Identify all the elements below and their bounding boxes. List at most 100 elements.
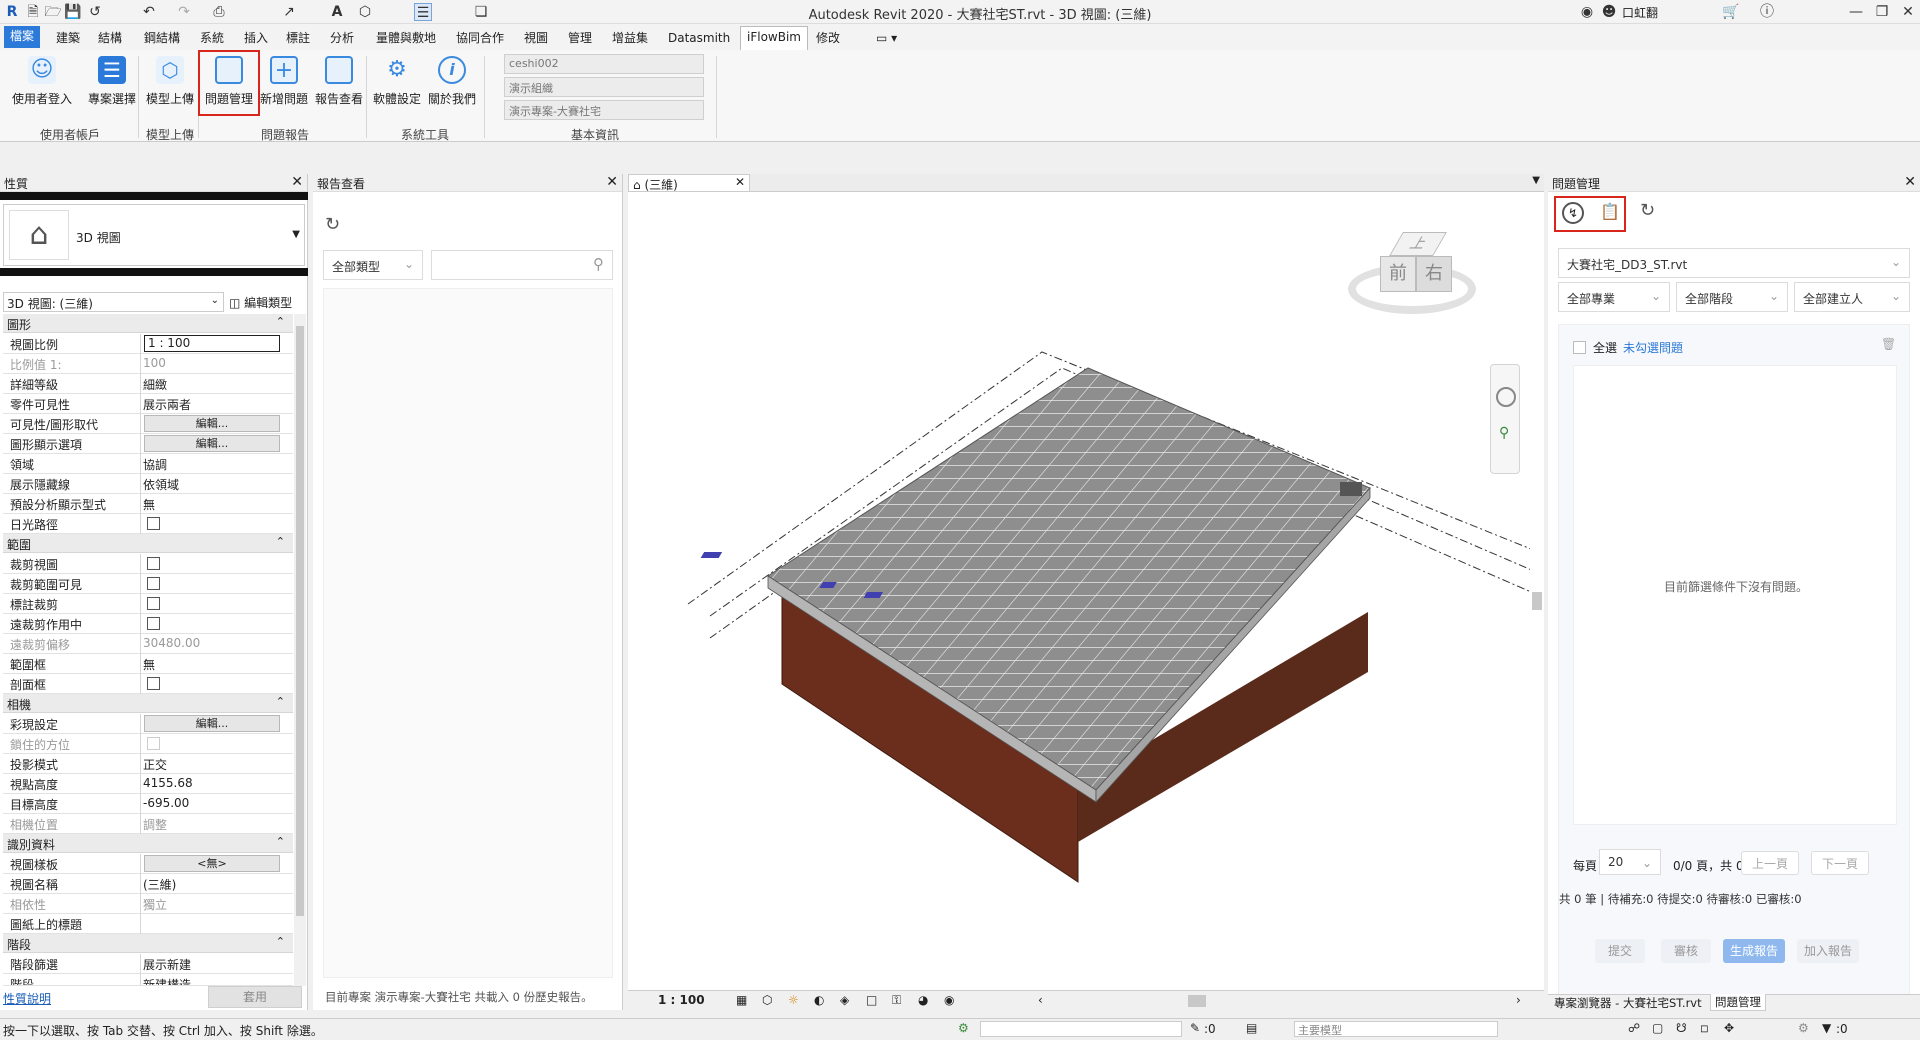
section-graphics[interactable]: 圖形 ⌃ xyxy=(3,314,293,333)
prop-row[interactable]: 目標高度 -695.00 xyxy=(3,794,293,814)
visual-style-icon[interactable]: ⬡ xyxy=(762,993,772,1007)
tab-structure[interactable]: 結構 xyxy=(92,28,128,48)
search-binoculars-icon[interactable]: ◉ xyxy=(1578,3,1596,21)
sync-icon[interactable]: ↺ xyxy=(86,3,104,21)
per-page-dropdown[interactable]: 20 ⌄ xyxy=(1599,849,1661,875)
scroll-thumb[interactable] xyxy=(1532,592,1542,610)
sun-path-checkbox[interactable] xyxy=(147,517,160,530)
prop-row[interactable]: 領域 協調 xyxy=(3,454,293,474)
tab-manage[interactable]: 管理 xyxy=(562,28,598,48)
crop-visible-checkbox[interactable] xyxy=(147,577,160,590)
trash-icon[interactable]: 🗑 xyxy=(1881,337,1896,351)
model-upload-button[interactable]: ⬡ 模型上傳 xyxy=(144,54,196,116)
tab-annotate[interactable]: 標註 xyxy=(280,28,316,48)
3d-view-icon[interactable]: ⬡ xyxy=(356,3,374,21)
prop-row[interactable]: 視圖名稱 (三維) xyxy=(3,874,293,894)
reveal-icon[interactable]: ◉ xyxy=(944,993,954,1007)
tab-analyze[interactable]: 分析 xyxy=(324,28,360,48)
review-button[interactable]: 審核 xyxy=(1661,939,1711,963)
properties-help-link[interactable]: 性質說明 xyxy=(3,990,51,1007)
revit-logo-icon[interactable]: R xyxy=(3,3,21,21)
ribbon-options-icon[interactable]: ▭ ▾ xyxy=(870,28,903,48)
far-clip-checkbox[interactable] xyxy=(147,617,160,630)
undo-icon[interactable]: ↶ xyxy=(140,3,158,21)
submit-button[interactable]: 提交 xyxy=(1595,939,1645,963)
prop-row[interactable]: 圖紙上的標題 xyxy=(3,914,293,934)
project-select-button[interactable]: ☰ 專案選擇 xyxy=(86,54,138,116)
select-links-icon[interactable]: ☍ xyxy=(1628,1021,1640,1035)
tab-steel[interactable]: 鋼結構 xyxy=(138,28,186,48)
hscroll-thumb[interactable] xyxy=(1188,995,1206,1007)
render-icon[interactable]: ◈ xyxy=(840,993,849,1007)
close-icon[interactable]: ✕ xyxy=(735,175,745,189)
prop-row[interactable]: 投影模式 正交 xyxy=(3,754,293,774)
redo-icon[interactable]: ↷ xyxy=(175,3,193,21)
add-issue-button[interactable]: + 新增問題 xyxy=(258,54,310,116)
thin-lines-icon[interactable]: ☰ xyxy=(414,3,432,21)
viewcube[interactable]: 上 前 右 xyxy=(1348,212,1478,322)
help-icon[interactable]: ⓘ xyxy=(1758,3,1776,21)
discipline-filter[interactable]: 全部專業 ⌄ xyxy=(1558,282,1670,312)
creator-filter[interactable]: 全部建立人 ⌄ xyxy=(1794,282,1910,312)
generate-report-button[interactable]: 生成報告 xyxy=(1723,939,1785,963)
close-icon[interactable]: ✕ xyxy=(1904,174,1916,190)
crop-view-checkbox[interactable] xyxy=(147,557,160,570)
worksharing-icon[interactable]: ⚙ xyxy=(958,1021,969,1035)
section-identity[interactable]: 識別資料 ⌃ xyxy=(3,834,293,853)
lock-icon[interactable]: ⚿ xyxy=(892,993,901,1008)
tab-modify[interactable]: 修改 xyxy=(810,28,846,48)
prop-row[interactable]: 詳細等級 細緻 xyxy=(3,374,293,394)
save-icon[interactable]: 💾 xyxy=(64,3,82,21)
shadows-icon[interactable]: ◐ xyxy=(814,993,824,1007)
login-button[interactable]: ☺ 使用者登入 xyxy=(12,54,72,116)
apply-button[interactable]: 套用 xyxy=(208,986,302,1008)
text-icon[interactable]: A xyxy=(328,3,346,21)
close-icon[interactable]: ✕ xyxy=(1899,3,1917,21)
user-name[interactable]: 口虹翻 xyxy=(1622,4,1658,21)
annotation-crop-checkbox[interactable] xyxy=(147,597,160,610)
render-edit-button[interactable]: 編輯... xyxy=(144,715,280,732)
background-process-icon[interactable]: ⚙ xyxy=(1798,1021,1809,1035)
viewcube-front[interactable]: 前 xyxy=(1380,256,1416,292)
hide-icon[interactable]: ◕ xyxy=(918,993,928,1007)
type-selector[interactable]: ⌂ 3D 視圖 ▼ xyxy=(3,204,305,266)
sun-icon[interactable]: ☼ xyxy=(788,993,799,1007)
prop-row[interactable]: 零件可見性 展示兩者 xyxy=(3,394,293,414)
tab-view[interactable]: 視圖 xyxy=(518,28,554,48)
tab-issue-manage[interactable]: 問題管理 xyxy=(1710,994,1766,1011)
tab-iflowbim[interactable]: iFlowBim xyxy=(740,26,808,50)
maximize-icon[interactable]: ❐ xyxy=(1873,3,1891,21)
navigation-bar[interactable]: ⚲ xyxy=(1490,364,1520,474)
tab-collaborate[interactable]: 協同合作 xyxy=(450,28,510,48)
scale-input[interactable]: 1 : 100 xyxy=(144,335,280,352)
steering-wheel-icon[interactable] xyxy=(1496,387,1516,407)
add-to-report-button[interactable]: 加入報告 xyxy=(1797,939,1859,963)
zoom-icon[interactable]: ⚲ xyxy=(1499,425,1509,441)
model-dropdown[interactable]: 大賽社宅_DD3_ST.rvt ⌄ xyxy=(1558,248,1910,278)
report-type-dropdown[interactable]: 全部類型 ⌄ xyxy=(323,250,423,280)
prop-row[interactable]: 展示隱藏線 依領域 xyxy=(3,474,293,494)
report-view-button[interactable]: 報告查看 xyxy=(313,54,365,116)
phase-filter[interactable]: 全部階段 ⌄ xyxy=(1676,282,1788,312)
prop-row[interactable]: 預設分析顯示型式無 xyxy=(3,494,293,514)
close-icon[interactable]: ✕ xyxy=(606,174,618,190)
design-option-dropdown[interactable]: 主要模型 xyxy=(1294,1021,1498,1037)
switch-windows-icon[interactable]: ❏ xyxy=(472,3,490,21)
measure-icon[interactable]: ↗ xyxy=(280,3,298,21)
edit-type-button[interactable]: ◫ 編輯類型 xyxy=(227,292,305,312)
tab-datasmith[interactable]: Datasmith xyxy=(662,28,736,48)
section-camera[interactable]: 相機 ⌃ xyxy=(3,694,293,713)
viewport-vscroll[interactable] xyxy=(1530,192,1544,990)
viewcube-right[interactable]: 右 xyxy=(1416,256,1452,292)
tab-dropdown-icon[interactable]: ▼ xyxy=(1532,175,1540,186)
prev-page-button[interactable]: 上一頁 xyxy=(1741,851,1799,875)
section-extents[interactable]: 範圍 ⌃ xyxy=(3,534,293,553)
viewcube-top[interactable]: 上 xyxy=(1389,232,1447,256)
tab-architecture[interactable]: 建築 xyxy=(50,28,86,48)
select-underlay-icon[interactable]: ▢ xyxy=(1652,1021,1663,1035)
about-button[interactable]: i 關於我們 xyxy=(426,54,478,116)
next-page-button[interactable]: 下一頁 xyxy=(1811,851,1869,875)
select-all-checkbox[interactable] xyxy=(1573,341,1586,354)
user-icon[interactable]: ☻ xyxy=(1600,3,1618,21)
view-selector[interactable]: 3D 視圖: (三維) ⌄ xyxy=(3,292,224,312)
